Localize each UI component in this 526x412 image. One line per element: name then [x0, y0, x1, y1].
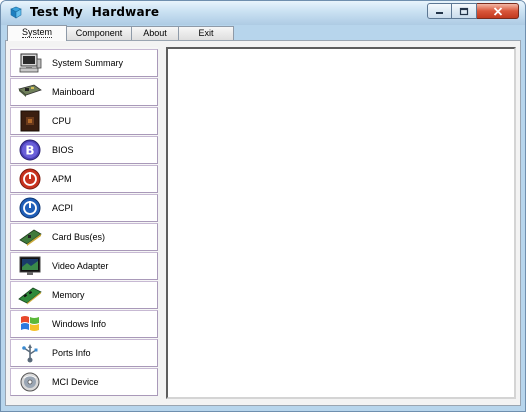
sidebar-item-label: CPU — [52, 116, 72, 126]
window-controls — [427, 3, 519, 19]
sidebar-item-acpi[interactable]: ACPI — [10, 194, 158, 222]
sidebar-item-label: MCI Device — [52, 377, 99, 387]
sidebar-item-label: Mainboard — [52, 87, 95, 97]
tab-component-label: Component — [75, 28, 123, 38]
sidebar-item-cpu[interactable]: CPU — [10, 107, 158, 135]
maximize-icon — [459, 7, 469, 15]
maximize-button[interactable] — [452, 3, 477, 19]
tab-about[interactable]: About — [131, 26, 179, 40]
sidebar-item-apm[interactable]: APM — [10, 165, 158, 193]
sidebar-item-bios[interactable]: B BIOS — [10, 136, 158, 164]
title-bar[interactable]: Test My Hardware — [1, 1, 525, 25]
computer-icon — [18, 52, 42, 74]
minimize-button[interactable] — [427, 3, 452, 19]
mainboard-icon — [18, 81, 42, 103]
tab-system-label: System — [21, 27, 52, 38]
video-adapter-icon — [18, 255, 42, 277]
mci-device-icon — [18, 371, 42, 393]
tab-exit[interactable]: Exit — [178, 26, 234, 40]
sidebar-item-label: BIOS — [52, 145, 74, 155]
sidebar-item-label: System Summary — [52, 58, 124, 68]
ports-icon — [18, 342, 42, 364]
sidebar-item-label: Video Adapter — [52, 261, 109, 271]
sidebar-item-card-bus[interactable]: Card Bus(es) — [10, 223, 158, 251]
acpi-icon — [18, 197, 42, 219]
windows-icon — [18, 313, 42, 335]
apm-icon — [18, 168, 42, 190]
tab-system[interactable]: System — [7, 25, 67, 41]
sidebar-item-system-summary[interactable]: System Summary — [10, 49, 158, 77]
close-button[interactable] — [477, 3, 519, 19]
sidebar-item-label: ACPI — [52, 203, 74, 213]
tab-about-label: About — [143, 28, 167, 38]
cpu-icon — [18, 110, 42, 132]
sidebar-item-windows-info[interactable]: Windows Info — [10, 310, 158, 338]
sidebar-item-label: Memory — [52, 290, 85, 300]
window-title: Test My Hardware — [30, 5, 160, 19]
sidebar: System Summary Mainboard CPU B BIOS APM … — [10, 47, 158, 396]
tab-component[interactable]: Component — [66, 26, 132, 40]
sidebar-item-video-adapter[interactable]: Video Adapter — [10, 252, 158, 280]
sidebar-item-memory[interactable]: Memory — [10, 281, 158, 309]
sidebar-item-label: Card Bus(es) — [52, 232, 106, 242]
svg-text:B: B — [25, 144, 34, 158]
window-bottom-edge — [1, 407, 525, 411]
sidebar-item-mci-device[interactable]: MCI Device — [10, 368, 158, 396]
card-bus-icon — [18, 226, 42, 248]
memory-icon — [18, 284, 42, 306]
app-icon — [9, 6, 23, 20]
sidebar-item-label: Ports Info — [52, 348, 91, 358]
sidebar-item-ports-info[interactable]: Ports Info — [10, 339, 158, 367]
sidebar-item-label: Windows Info — [52, 319, 107, 329]
sidebar-item-label: APM — [52, 174, 72, 184]
minimize-icon — [435, 12, 443, 14]
tab-exit-label: Exit — [198, 28, 214, 38]
details-panel — [166, 47, 516, 399]
tab-bar: System Component About Exit — [5, 25, 521, 41]
bios-icon: B — [18, 139, 42, 161]
sidebar-item-mainboard[interactable]: Mainboard — [10, 78, 158, 106]
close-icon — [493, 6, 502, 16]
